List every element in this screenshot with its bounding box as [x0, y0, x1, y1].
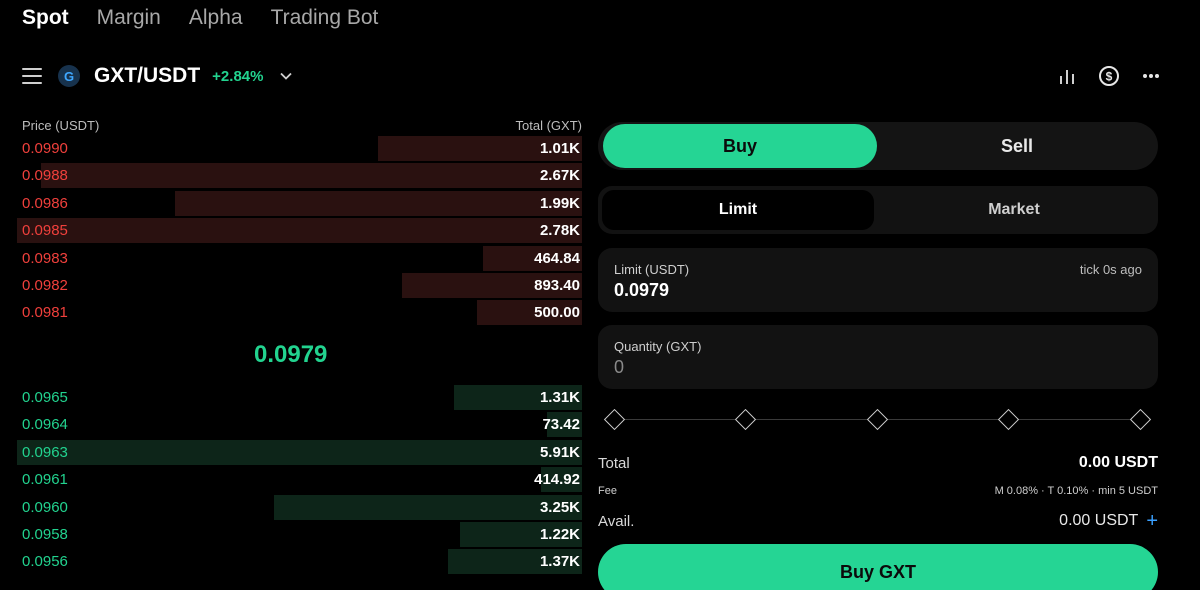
fee-row: Fee M 0.08% · T 0.10% · min 5 USDT: [598, 485, 1158, 497]
quantity-field[interactable]: Quantity (GXT): [598, 325, 1158, 389]
bid-price: 0.0958: [22, 526, 68, 543]
bid-total: 3.25K: [539, 498, 580, 516]
bid-depth-bar: [17, 439, 582, 465]
available-label: Avail.: [598, 512, 635, 530]
ask-total: 464.84: [534, 249, 580, 267]
sell-tab-button[interactable]: Sell: [880, 124, 1154, 168]
tab-spot[interactable]: Spot: [22, 6, 69, 30]
ask-row[interactable]: 0.0986 1.99K: [0, 190, 582, 216]
ask-row[interactable]: 0.0983 464.84: [0, 245, 582, 271]
slider-step-100[interactable]: [1129, 408, 1152, 431]
order-type-toggle: Limit Market: [598, 186, 1158, 234]
ask-price: 0.0981: [22, 304, 68, 322]
bid-total: 73.42: [542, 416, 580, 434]
ask-total: 500.00: [534, 304, 580, 322]
tab-alpha[interactable]: Alpha: [189, 6, 243, 30]
ask-row[interactable]: 0.0990 1.01K: [0, 136, 582, 161]
bid-total: 414.92: [534, 471, 580, 489]
deposit-plus-button[interactable]: +: [1146, 511, 1158, 531]
limit-price-input[interactable]: [614, 280, 914, 301]
bid-total: 1.37K: [539, 553, 580, 571]
svg-text:$: $: [1106, 70, 1113, 84]
ask-row[interactable]: 0.0988 2.67K: [0, 163, 582, 189]
available-row: Avail. 0.00 USDT +: [598, 511, 1158, 531]
ask-depth-bar: [174, 190, 582, 216]
total-row: Total 0.00 USDT: [598, 454, 1158, 472]
bid-row[interactable]: 0.0961 414.92: [0, 467, 582, 493]
ask-price: 0.0986: [22, 194, 68, 212]
limit-price-label: Limit (USDT): [614, 262, 690, 277]
slider-step-75[interactable]: [997, 408, 1020, 431]
mid-price: 0.0979: [254, 341, 328, 368]
bid-row[interactable]: 0.0964 73.42: [0, 412, 582, 438]
price-column-header: Price (USDT): [22, 118, 100, 133]
bid-total: 5.91K: [539, 443, 580, 461]
available-value: 0.00 USDT: [1059, 512, 1139, 529]
ask-total: 893.40: [534, 277, 580, 294]
bid-price: 0.0963: [22, 443, 68, 461]
bid-price: 0.0960: [22, 498, 68, 516]
buy-tab-button[interactable]: Buy: [603, 124, 877, 168]
ask-total: 1.01K: [539, 140, 580, 157]
ask-total: 2.67K: [539, 167, 580, 185]
bar-chart-icon[interactable]: [1058, 67, 1076, 85]
order-book-header: Price (USDT) Total (GXT): [22, 118, 582, 134]
buy-gxt-button[interactable]: Buy GXT: [598, 544, 1158, 590]
tab-margin[interactable]: Margin: [97, 6, 161, 30]
pair-change: +2.84%: [212, 67, 264, 85]
pair-bar: G GXT/USDT +2.84% $: [22, 62, 1160, 90]
limit-tab[interactable]: Limit: [602, 190, 874, 230]
ask-price: 0.0985: [22, 222, 68, 240]
total-value: 0.00 USDT: [1078, 454, 1158, 471]
bid-row[interactable]: 0.0963 5.91K: [0, 439, 582, 465]
ask-price: 0.0983: [22, 249, 68, 267]
total-label: Total: [598, 454, 630, 472]
pair-actions: $: [1058, 65, 1160, 87]
pair-name[interactable]: GXT/USDT: [94, 64, 200, 88]
bid-total: 1.31K: [539, 389, 580, 406]
dollar-circle-icon[interactable]: $: [1098, 65, 1120, 87]
buy-sell-toggle: Buy Sell: [598, 122, 1158, 170]
quantity-input[interactable]: [614, 357, 914, 378]
menu-icon[interactable]: [22, 68, 42, 84]
bid-row[interactable]: 0.0958 1.22K: [0, 522, 582, 547]
more-dots-icon[interactable]: [1142, 73, 1160, 79]
chevron-down-icon[interactable]: [279, 69, 293, 83]
market-tab[interactable]: Market: [878, 190, 1150, 230]
coin-logo: G: [58, 65, 80, 87]
ask-depth-bar: [40, 163, 582, 189]
ask-row[interactable]: 0.0982 893.40: [0, 273, 582, 298]
tick-hint: tick 0s ago: [1079, 262, 1142, 277]
slider-step-50[interactable]: [866, 408, 889, 431]
ask-row[interactable]: 0.0985 2.78K: [0, 218, 582, 244]
coin-logo-letter: G: [63, 68, 75, 84]
bid-total: 1.22K: [539, 526, 580, 543]
quantity-label: Quantity (GXT): [614, 339, 702, 354]
bid-price: 0.0961: [22, 471, 68, 489]
fee-label: Fee: [598, 485, 617, 497]
fee-value: M 0.08% · T 0.10% · min 5 USDT: [994, 485, 1158, 497]
ask-price: 0.0988: [22, 167, 68, 185]
bid-row[interactable]: 0.0956 1.37K: [0, 549, 582, 575]
ask-price: 0.0990: [22, 140, 68, 157]
amount-slider[interactable]: [603, 408, 1152, 431]
ask-price: 0.0982: [22, 277, 68, 294]
ask-depth-bar: [17, 218, 582, 244]
slider-step-0[interactable]: [603, 408, 626, 431]
tab-trading-bot[interactable]: Trading Bot: [271, 6, 379, 30]
bid-price: 0.0965: [22, 389, 68, 406]
bid-row[interactable]: 0.0960 3.25K: [0, 494, 582, 520]
ask-total: 1.99K: [539, 194, 580, 212]
bid-price: 0.0956: [22, 553, 68, 571]
ask-row[interactable]: 0.0981 500.00: [0, 300, 582, 326]
bid-price: 0.0964: [22, 416, 68, 434]
limit-price-field[interactable]: Limit (USDT) tick 0s ago: [598, 248, 1158, 312]
ask-total: 2.78K: [539, 222, 580, 240]
top-tabs: Spot Margin Alpha Trading Bot: [22, 6, 378, 30]
slider-step-25[interactable]: [734, 408, 757, 431]
available-value-wrap: 0.00 USDT +: [1059, 511, 1158, 531]
total-column-header: Total (GXT): [515, 118, 582, 133]
bid-depth-bar: [273, 494, 582, 520]
bid-row[interactable]: 0.0965 1.31K: [0, 385, 582, 410]
